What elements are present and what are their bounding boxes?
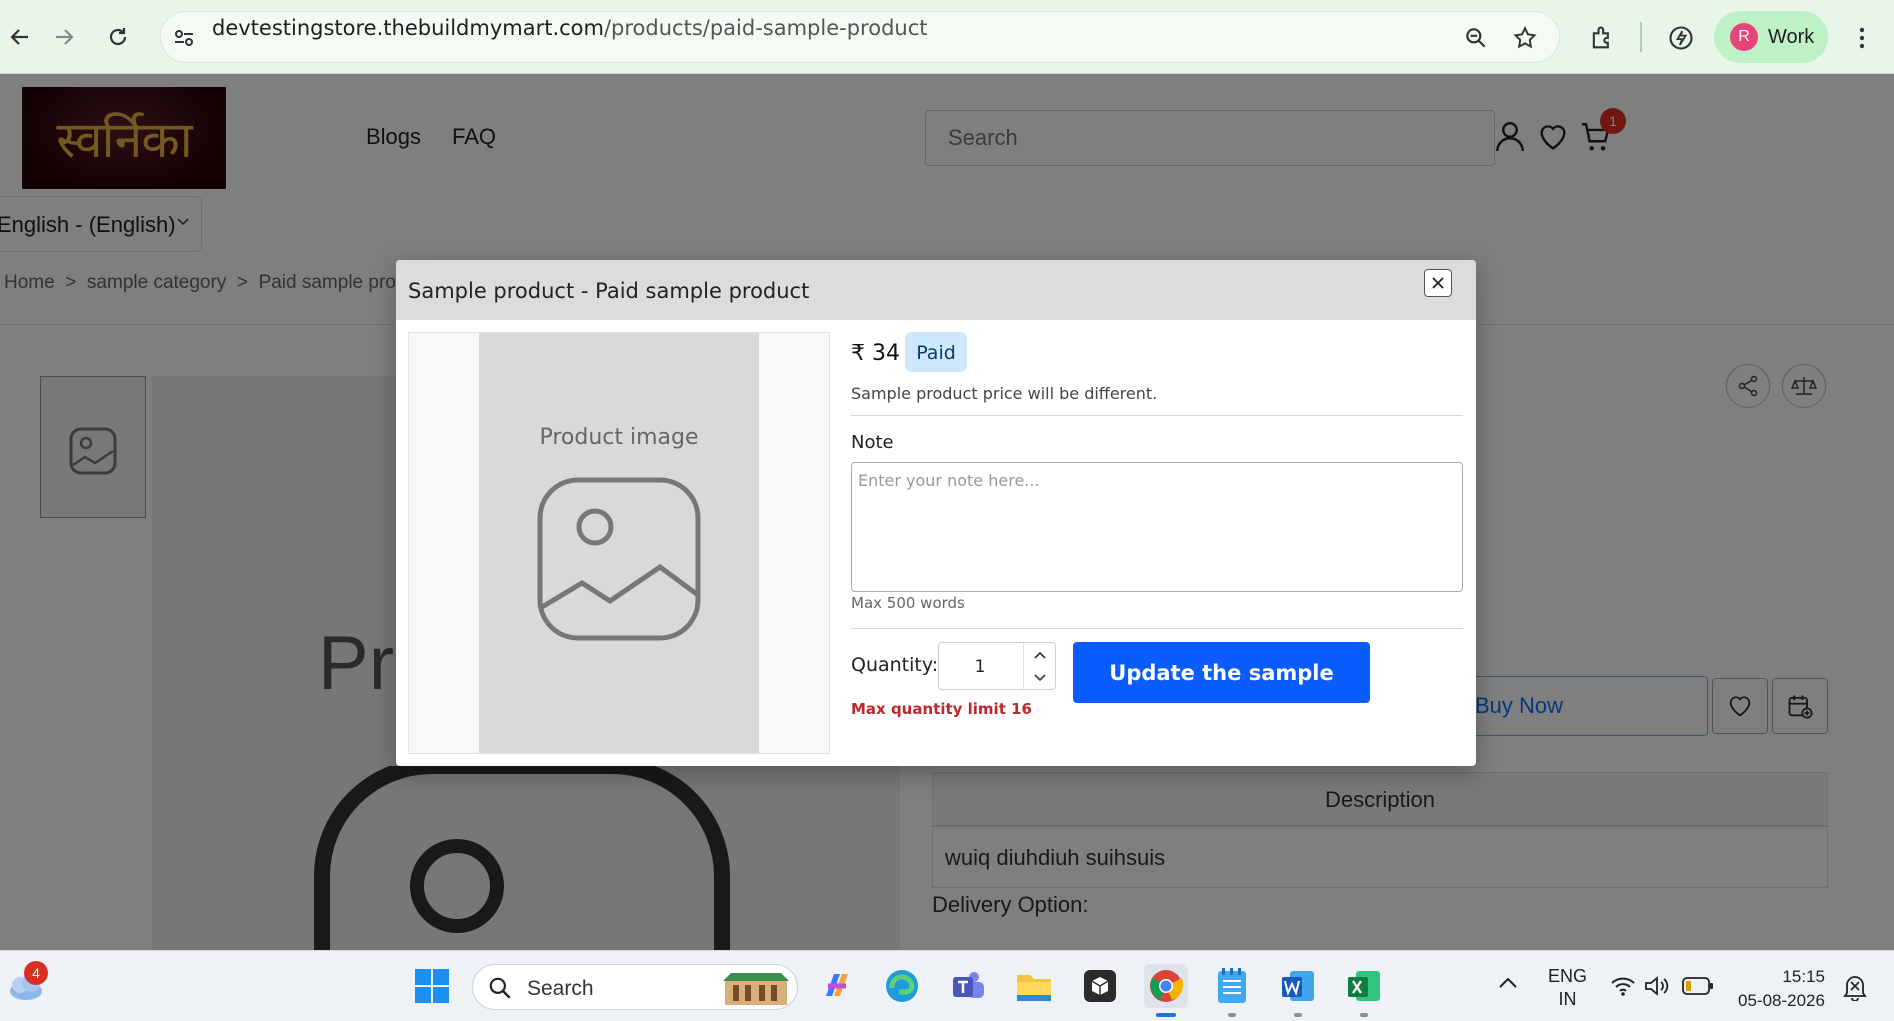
bookmark-star-icon[interactable]: [1512, 25, 1538, 51]
url-path: /products/paid-sample-product: [603, 16, 928, 40]
file-explorer-icon[interactable]: [1012, 964, 1056, 1008]
excel-icon[interactable]: [1342, 964, 1386, 1008]
teams-icon[interactable]: [946, 964, 990, 1008]
zoom-icon[interactable]: [1463, 25, 1489, 51]
search-icon: [489, 977, 511, 999]
toolbar-separator: [1640, 22, 1642, 52]
quantity-limit-warning: Max quantity limit 16: [851, 700, 1032, 718]
url-host: devtestingstore.thebuildmymart.com: [212, 16, 604, 40]
weather-badge: 4: [24, 961, 48, 985]
paid-badge: Paid: [905, 332, 967, 372]
running-indicator: [1360, 1013, 1368, 1017]
chrome-icon[interactable]: [1144, 964, 1188, 1008]
app-cube-icon[interactable]: [1078, 964, 1122, 1008]
close-icon: [1432, 277, 1444, 289]
price-note: Sample product price will be different.: [851, 384, 1158, 403]
edge-icon[interactable]: [880, 964, 924, 1008]
performance-icon[interactable]: [1667, 24, 1695, 52]
back-icon[interactable]: [0, 17, 40, 57]
quantity-value[interactable]: 1: [939, 657, 1021, 677]
browser-toolbar: devtestingstore.thebuildmymart.com/produ…: [0, 0, 1894, 74]
sample-price: ₹ 34: [851, 341, 900, 366]
profile-name: Work: [1768, 25, 1815, 48]
windows-logo-icon: [415, 969, 449, 1003]
product-image-label: Product image: [539, 425, 699, 450]
running-indicator: [1294, 1013, 1302, 1017]
input-language[interactable]: ENG IN: [1548, 965, 1587, 1011]
decrement-button[interactable]: [1024, 666, 1056, 689]
battery-icon[interactable]: [1682, 977, 1714, 995]
taskbar-search-label: Search: [527, 977, 594, 1000]
update-sample-button[interactable]: Update the sample: [1073, 642, 1370, 703]
url-text[interactable]: devtestingstore.thebuildmymart.com/produ…: [212, 16, 928, 40]
start-button[interactable]: [410, 964, 454, 1008]
divider: [851, 415, 1463, 416]
max-words-hint: Max 500 words: [851, 594, 965, 612]
quantity-label: Quantity:: [851, 654, 939, 676]
lang-region: IN: [1558, 989, 1577, 1009]
notifications-icon[interactable]: [1842, 973, 1868, 1001]
notepad-icon[interactable]: [1210, 964, 1254, 1008]
quantity-spinner: [1023, 643, 1055, 689]
chevron-up-icon: [1034, 651, 1046, 659]
product-image-placeholder: Product image: [479, 333, 759, 753]
wifi-icon[interactable]: [1610, 975, 1636, 997]
lang-code: ENG: [1548, 966, 1588, 986]
word-icon[interactable]: [1276, 964, 1320, 1008]
reload-icon[interactable]: [98, 17, 138, 57]
volume-icon[interactable]: [1644, 975, 1670, 997]
note-textarea[interactable]: [851, 462, 1463, 592]
site-info-icon[interactable]: [172, 26, 196, 50]
increment-button[interactable]: [1024, 643, 1056, 666]
clock-time: 15:15: [1782, 967, 1825, 986]
search-highlight-icon: [723, 973, 789, 1005]
sample-product-modal: Sample product - Paid sample product Pro…: [396, 260, 1476, 766]
quantity-stepper[interactable]: 1: [938, 642, 1056, 690]
active-indicator: [1156, 1013, 1176, 1017]
note-label: Note: [851, 432, 894, 453]
divider: [851, 628, 1463, 629]
clock-date: 05-08-2026: [1738, 991, 1825, 1010]
product-image-frame: Product image: [408, 332, 830, 754]
close-button[interactable]: [1424, 269, 1452, 297]
menu-kebab-icon[interactable]: [1850, 24, 1874, 52]
profile-chip[interactable]: R Work: [1714, 11, 1828, 63]
modal-title: Sample product - Paid sample product: [408, 279, 810, 303]
chevron-down-icon: [1034, 673, 1046, 681]
forward-icon[interactable]: [44, 17, 84, 57]
modal-header: Sample product - Paid sample product: [396, 260, 1476, 320]
image-placeholder-icon: [537, 477, 701, 641]
chevron-up-icon[interactable]: [1498, 975, 1518, 989]
avatar: R: [1730, 23, 1758, 51]
running-indicator: [1228, 1013, 1236, 1017]
windows-taskbar: 4 Search ENG IN 15:15 05-08-2026: [0, 950, 1894, 1021]
taskbar-search[interactable]: Search: [472, 964, 798, 1010]
system-clock[interactable]: 15:15 05-08-2026: [1738, 965, 1825, 1013]
copilot-icon[interactable]: [814, 964, 858, 1008]
extensions-icon[interactable]: [1588, 24, 1616, 52]
